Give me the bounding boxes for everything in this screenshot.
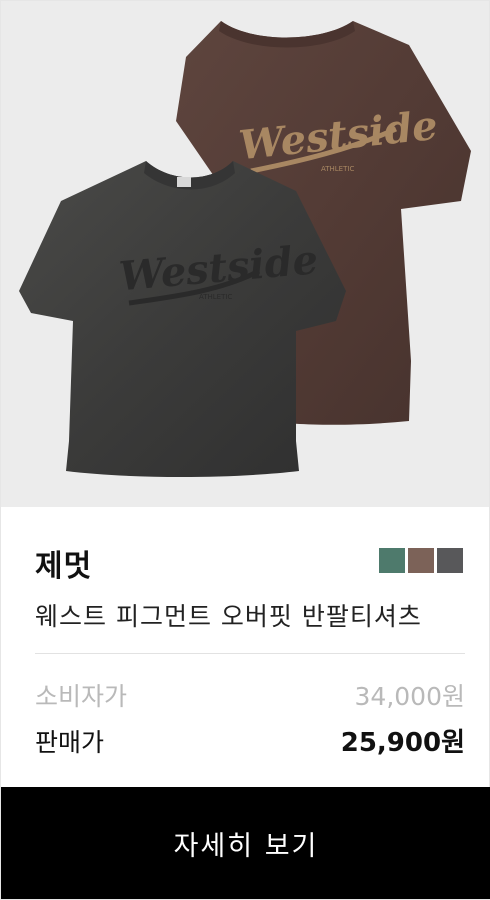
msrp-row: 소비자가 34,000원 (35, 677, 465, 713)
swatch-charcoal[interactable] (437, 548, 463, 573)
view-details-button[interactable]: 자세히 보기 (1, 787, 490, 899)
sale-price-label: 판매가 (35, 728, 105, 757)
product-card: Westside ATHLETIC Westside ATHLETIC 제멋 웨… (0, 0, 490, 900)
msrp-label: 소비자가 (35, 682, 128, 711)
tshirt-photo: Westside ATHLETIC Westside ATHLETIC (1, 1, 489, 507)
msrp-value: 34,000원 (354, 682, 465, 711)
product-image[interactable]: Westside ATHLETIC Westside ATHLETIC (1, 1, 489, 507)
product-name[interactable]: 웨스트 피그먼트 오버핏 반팔티셔츠 (35, 597, 422, 633)
divider (35, 653, 465, 654)
brand-name: 제멋 (35, 549, 93, 584)
sale-price-value: 25,900원 (340, 728, 465, 758)
swatch-green[interactable] (379, 548, 405, 573)
swatch-brown[interactable] (408, 548, 434, 573)
color-swatches (379, 548, 463, 573)
sale-price-row: 판매가 25,900원 (35, 722, 465, 759)
svg-text:ATHLETIC: ATHLETIC (321, 165, 354, 173)
svg-text:ATHLETIC: ATHLETIC (199, 293, 232, 301)
